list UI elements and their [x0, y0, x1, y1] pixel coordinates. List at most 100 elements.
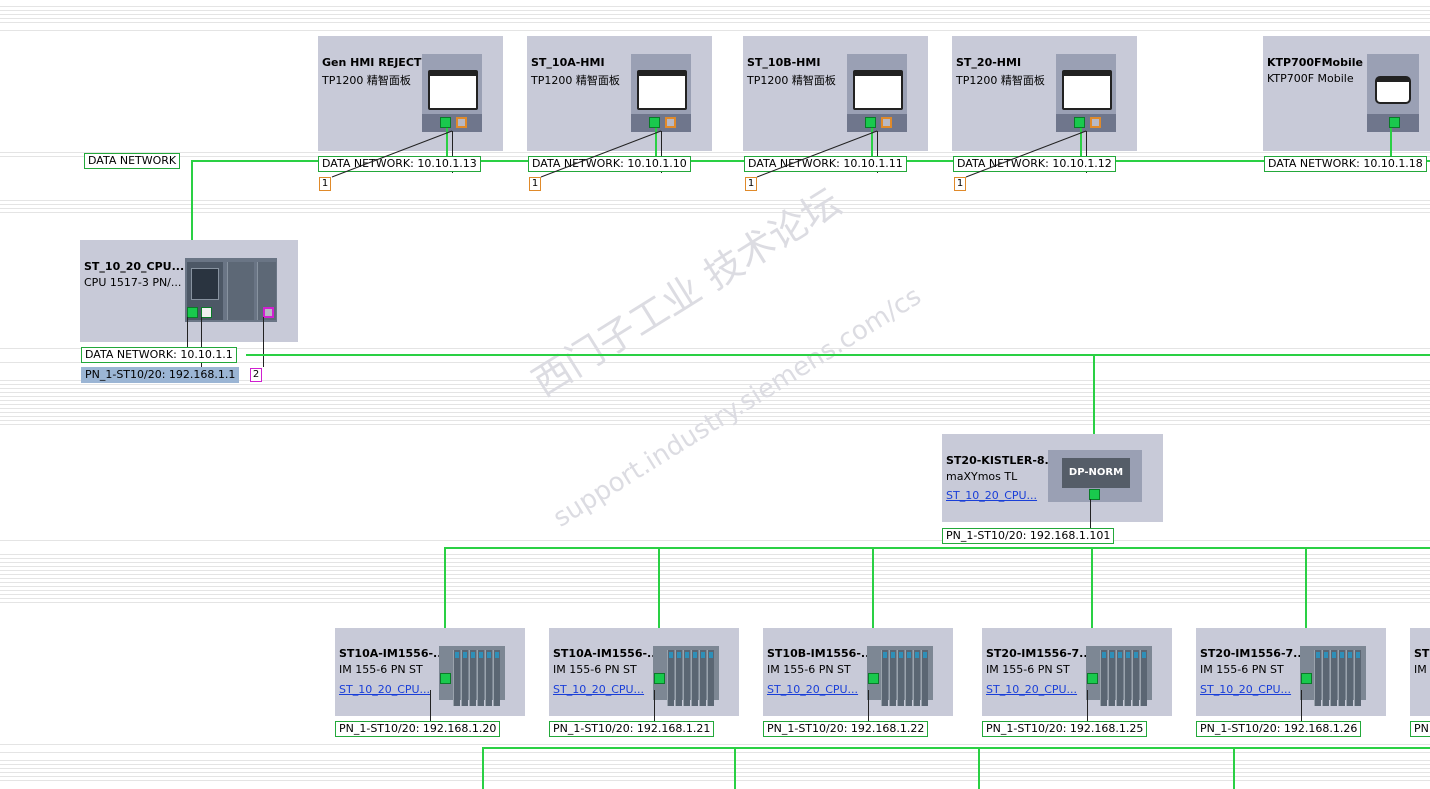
network-address-label[interactable]: DATA NETWORK: 10.10.1.10 [528, 156, 691, 172]
network-address-label[interactable]: DATA NETWORK: 10.10.1.18 [1264, 156, 1427, 172]
device-title: ST10B-IM1556-... [767, 647, 874, 660]
device-card-cpu[interactable]: ST_10_20_CPU... CPU 1517-3 PN/... [80, 240, 298, 342]
device-card-im[interactable]: ST20-IM1556-7... IM 155-6 PN ST ST_10_20… [982, 628, 1172, 716]
io-module-icon [653, 646, 719, 706]
network-address-label[interactable]: DATA NETWORK: 10.10.1.11 [744, 156, 907, 172]
device-title: KTP700FMobile [1267, 56, 1363, 69]
device-card-im[interactable]: ST10A-IM1556-... IM 155-6 PN ST ST_10_20… [549, 628, 739, 716]
profibus-address-tag[interactable]: 1 [319, 177, 331, 191]
watermark-url: support.industry.siemens.com/cs [548, 281, 927, 534]
network-address-label[interactable]: DATA NETWORK: 10.10.1.13 [318, 156, 481, 172]
device-card-im[interactable]: ST2 IM [1410, 628, 1430, 716]
ethernet-port-icon[interactable] [868, 673, 879, 684]
assigned-controller-link[interactable]: ST_10_20_CPU... [1200, 683, 1291, 696]
profibus-address-tag[interactable]: 2 [250, 368, 262, 382]
device-title: ST_10B-HMI [747, 56, 821, 69]
device-type: maXYmos TL [946, 470, 1018, 483]
profibus-port-icon[interactable] [263, 307, 274, 318]
bus-drop [978, 747, 980, 789]
assigned-controller-link[interactable]: ST_10_20_CPU... [553, 683, 644, 696]
ethernet-port-icon[interactable] [654, 673, 665, 684]
network-address-label[interactable]: PN [1410, 721, 1430, 737]
device-type: IM [1414, 663, 1427, 676]
profibus-port-icon[interactable] [881, 117, 892, 128]
io-module-icon [867, 646, 933, 706]
assigned-controller-link[interactable]: ST_10_20_CPU... [946, 489, 1037, 502]
ethernet-port-icon[interactable] [440, 117, 451, 128]
device-card-hmi[interactable]: Gen HMI REJECT TP1200 精智面板 [318, 36, 503, 151]
device-card-kistler[interactable]: ST20-KISTLER-8... maXYmos TL ST_10_20_CP… [942, 434, 1163, 522]
cpu-data-network-address[interactable]: DATA NETWORK: 10.10.1.1 [81, 347, 237, 363]
device-title: Gen HMI REJECT [322, 56, 422, 69]
io-module-icon [1086, 646, 1152, 706]
hmi-panel-icon [847, 54, 907, 132]
pn-network-bus-io[interactable] [444, 547, 1430, 549]
profibus-address-tag[interactable]: 1 [529, 177, 541, 191]
device-type: IM 155-6 PN ST [1200, 663, 1284, 676]
device-card-hmi[interactable]: ST_10A-HMI TP1200 精智面板 [527, 36, 712, 151]
network-address-label[interactable]: PN_1-ST10/20: 192.168.1.22 [763, 721, 929, 737]
cpu-pn-network-address[interactable]: PN_1-ST10/20: 192.168.1.1 [81, 367, 240, 383]
bus-drop [482, 747, 484, 789]
ethernet-port-icon[interactable] [440, 673, 451, 684]
device-title: ST_10_20_CPU... [84, 260, 185, 273]
device-type: IM 155-6 PN ST [986, 663, 1070, 676]
dp-norm-badge: DP-NORM [1062, 458, 1130, 488]
device-card-hmi[interactable]: ST_10B-HMI TP1200 精智面板 [743, 36, 928, 151]
assigned-controller-link[interactable]: ST_10_20_CPU... [339, 683, 430, 696]
device-title: ST20-KISTLER-8... [946, 454, 1058, 467]
device-card-im[interactable]: ST10B-IM1556-... IM 155-6 PN ST ST_10_20… [763, 628, 953, 716]
network-address-label[interactable]: PN_1-ST10/20: 192.168.1.21 [549, 721, 715, 737]
pn-network-bus[interactable] [246, 354, 1430, 356]
ethernet-port-icon[interactable] [649, 117, 660, 128]
bus-drop [1233, 747, 1235, 789]
ethernet-port-icon[interactable] [865, 117, 876, 128]
device-title: ST20-IM1556-7... [986, 647, 1092, 660]
bus-drop [734, 747, 736, 789]
im-port-link [1301, 690, 1302, 722]
io-module-icon [439, 646, 505, 706]
device-card-mobile-hmi[interactable]: KTP700FMobile KTP700F Mobile [1263, 36, 1430, 151]
device-type: TP1200 精智面板 [956, 74, 1045, 87]
device-title: ST2 [1414, 647, 1430, 660]
assigned-controller-link[interactable]: ST_10_20_CPU... [986, 683, 1077, 696]
io-device-bus-bottom[interactable] [482, 747, 1430, 749]
im-port-link [430, 690, 431, 722]
ethernet-port-icon[interactable] [1301, 673, 1312, 684]
hmi-panel-icon [422, 54, 482, 132]
ethernet-port-icon[interactable] [1087, 673, 1098, 684]
device-card-im[interactable]: ST20-IM1556-7... IM 155-6 PN ST ST_10_20… [1196, 628, 1386, 716]
assigned-controller-link[interactable]: ST_10_20_CPU... [767, 683, 858, 696]
ethernet-port-icon[interactable] [1074, 117, 1085, 128]
mobile-panel-icon [1367, 54, 1419, 132]
device-title: ST10A-IM1556-... [553, 647, 660, 660]
ethernet-port-icon[interactable] [201, 307, 212, 318]
device-card-hmi[interactable]: ST_20-HMI TP1200 精智面板 [952, 36, 1137, 151]
network-address-label[interactable]: DATA NETWORK: 10.10.1.12 [953, 156, 1116, 172]
network-address-label[interactable]: PN_1-ST10/20: 192.168.1.20 [335, 721, 501, 737]
ethernet-port-icon[interactable] [187, 307, 198, 318]
dp-norm-device-icon: DP-NORM [1048, 450, 1142, 502]
profibus-address-tag[interactable]: 1 [745, 177, 757, 191]
im-port-link [654, 690, 655, 722]
network-address-label[interactable]: PN_1-ST10/20: 192.168.1.26 [1196, 721, 1362, 737]
hmi-panel-icon [1056, 54, 1116, 132]
cpu-profibus-link [263, 317, 264, 367]
network-address-label[interactable]: PN_1-ST10/20: 192.168.1.25 [982, 721, 1148, 737]
profibus-port-icon[interactable] [1090, 117, 1101, 128]
ethernet-port-icon[interactable] [1389, 117, 1400, 128]
device-type: IM 155-6 PN ST [767, 663, 851, 676]
device-type: KTP700F Mobile [1267, 72, 1354, 85]
profibus-port-icon[interactable] [456, 117, 467, 128]
device-type: CPU 1517-3 PN/... [84, 276, 182, 289]
device-title: ST10A-IM1556-... [339, 647, 446, 660]
cpu-module-icon [185, 258, 277, 322]
profibus-port-icon[interactable] [665, 117, 676, 128]
io-module-icon [1300, 646, 1366, 706]
network-address-label[interactable]: PN_1-ST10/20: 192.168.1.101 [942, 528, 1115, 544]
profibus-address-tag[interactable]: 1 [954, 177, 966, 191]
device-title: ST_10A-HMI [531, 56, 605, 69]
device-type: IM 155-6 PN ST [339, 663, 423, 676]
data-network-label[interactable]: DATA NETWORK [84, 153, 181, 169]
device-type: TP1200 精智面板 [322, 74, 411, 87]
